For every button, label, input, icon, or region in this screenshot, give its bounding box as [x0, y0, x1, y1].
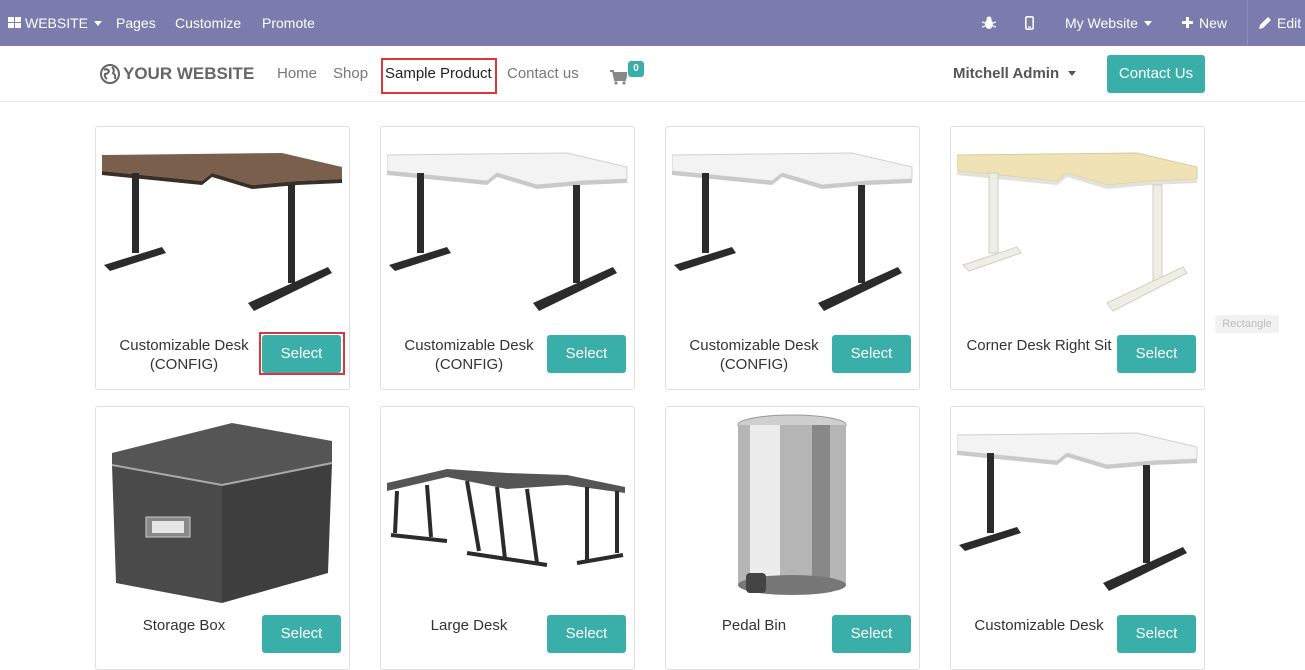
desk-white-icon: [957, 413, 1198, 603]
apps-icon: [8, 17, 21, 29]
product-name: Large Desk: [430, 617, 508, 634]
desk-white-icon: [387, 133, 628, 323]
product-card[interactable]: Customizable Desk Select: [950, 406, 1205, 670]
highlight-box: [381, 58, 497, 94]
user-name: Mitchell Admin: [953, 65, 1060, 82]
product-name: Customizable Desk (CONFIG): [689, 337, 819, 373]
apps-menu-button[interactable]: WEBSITE: [8, 0, 103, 46]
select-button[interactable]: Select: [832, 335, 911, 373]
chevron-down-icon: [1068, 70, 1077, 76]
my-website-label: My Website: [1065, 15, 1138, 31]
debug-bug-button[interactable]: [981, 0, 998, 46]
product-card[interactable]: Corner Desk Right Sit Select: [950, 126, 1205, 390]
product-name: Customizable Desk (CONFIG): [119, 337, 249, 373]
product-card[interactable]: Customizable Desk (CONFIG) Select: [380, 126, 635, 390]
cart-count-badge: 0: [628, 61, 644, 77]
edit-label: Edit: [1277, 15, 1302, 31]
new-button[interactable]: New: [1182, 0, 1227, 46]
product-card[interactable]: Customizable Desk (CONFIG) Select: [665, 126, 920, 390]
site-logo[interactable]: YOUR WEBSITE: [100, 63, 254, 85]
product-card[interactable]: Large Desk Select: [380, 406, 635, 670]
chevron-down-icon: [1143, 20, 1152, 26]
desk-birch-icon: [957, 133, 1198, 323]
product-name: Corner Desk Right Sit: [966, 337, 1112, 354]
storage-box-icon: [102, 413, 343, 603]
bug-icon: [981, 16, 997, 29]
select-button[interactable]: Select: [547, 335, 626, 373]
select-button[interactable]: Select: [832, 615, 911, 653]
select-button[interactable]: Select: [1117, 615, 1196, 653]
cart-icon: [610, 70, 627, 85]
menu-pages[interactable]: Pages: [116, 0, 156, 46]
chevron-down-icon: [94, 20, 103, 26]
product-name: Customizable Desk: [974, 617, 1104, 634]
nav-shop[interactable]: Shop: [333, 46, 368, 102]
new-label: New: [1199, 15, 1228, 31]
cart-button[interactable]: 0: [610, 61, 646, 88]
highlight-box: [259, 332, 345, 375]
product-name: Pedal Bin: [721, 617, 787, 634]
mobile-icon: [1025, 15, 1035, 30]
desk-white-icon: [672, 133, 913, 323]
product-name: Storage Box: [142, 617, 226, 634]
logo-text: YOUR WEBSITE: [123, 64, 255, 83]
my-website-dropdown[interactable]: My Website: [1065, 0, 1152, 46]
large-desk-icon: [387, 413, 628, 603]
product-card[interactable]: Customizable Desk (CONFIG) Select: [95, 126, 350, 390]
select-button[interactable]: Select: [262, 615, 341, 653]
admin-bar: WEBSITE Pages Customize Promote My Websi…: [0, 0, 1305, 46]
desk-dark-icon: [102, 133, 343, 323]
user-menu[interactable]: Mitchell Admin: [953, 46, 1077, 102]
site-header: YOUR WEBSITE Home Shop Sample Product Co…: [0, 46, 1305, 102]
pencil-icon: [1259, 16, 1271, 29]
edit-button[interactable]: Edit: [1259, 0, 1301, 46]
product-name: Customizable Desk (CONFIG): [404, 337, 534, 373]
rectangle-tag: Rectangle: [1215, 315, 1279, 333]
select-button[interactable]: Select: [1117, 335, 1196, 373]
nav-contact-us[interactable]: Contact us: [507, 46, 579, 102]
product-card[interactable]: Pedal Bin Select: [665, 406, 920, 670]
product-card[interactable]: Storage Box Select: [95, 406, 350, 670]
divider: [1247, 0, 1248, 46]
nav-home[interactable]: Home: [277, 46, 317, 102]
mobile-preview-button[interactable]: [1025, 0, 1037, 46]
globe-icon: [100, 64, 120, 84]
menu-promote[interactable]: Promote: [262, 0, 315, 46]
pedal-bin-icon: [672, 413, 913, 603]
plus-icon: [1182, 17, 1193, 29]
select-button[interactable]: Select: [547, 615, 626, 653]
contact-us-button[interactable]: Contact Us: [1107, 55, 1205, 93]
menu-customize[interactable]: Customize: [175, 0, 241, 46]
apps-label: WEBSITE: [25, 15, 89, 31]
